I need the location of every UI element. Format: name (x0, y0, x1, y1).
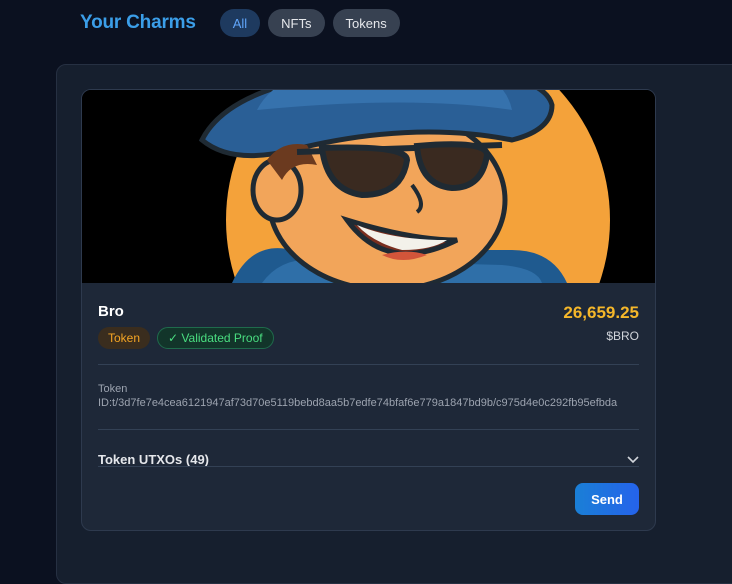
badge-row: Token ✓ Validated Proof (98, 327, 281, 349)
validated-proof-badge: ✓ Validated Proof (157, 327, 274, 349)
token-utxos-label: Token UTXOs (49) (98, 451, 210, 467)
divider (98, 429, 639, 430)
divider (98, 364, 639, 365)
send-button[interactable]: Send (575, 483, 639, 515)
filter-nfts-button[interactable]: NFTs (268, 9, 325, 37)
charm-image (82, 90, 655, 283)
balance-ticker: $BRO (606, 329, 639, 343)
chevron-down-icon[interactable] (627, 452, 639, 467)
filter-all-button[interactable]: All (219, 9, 261, 37)
page-title: Your Charms (80, 12, 196, 33)
token-id: Token ID:t/3d7fe7e4cea6121947af73d70e511… (98, 382, 655, 410)
charm-name: Bro (98, 303, 124, 320)
token-id-value: ID:t/3d7fe7e4cea6121947af73d70e5119bebd8… (98, 397, 618, 409)
filter-tokens-button[interactable]: Tokens (332, 9, 400, 37)
charm-card: Bro Token ✓ Validated Proof 26,659.25 $B… (81, 89, 656, 531)
page-header: Your Charms All NFTs Tokens (80, 8, 408, 38)
cartoon-avatar-icon (82, 90, 655, 283)
token-id-label: Token (98, 383, 128, 395)
token-type-badge: Token (98, 327, 151, 349)
balance-amount: 26,659.25 (563, 303, 639, 322)
balance: 26,659.25 $BRO (563, 303, 639, 343)
divider (98, 466, 639, 467)
